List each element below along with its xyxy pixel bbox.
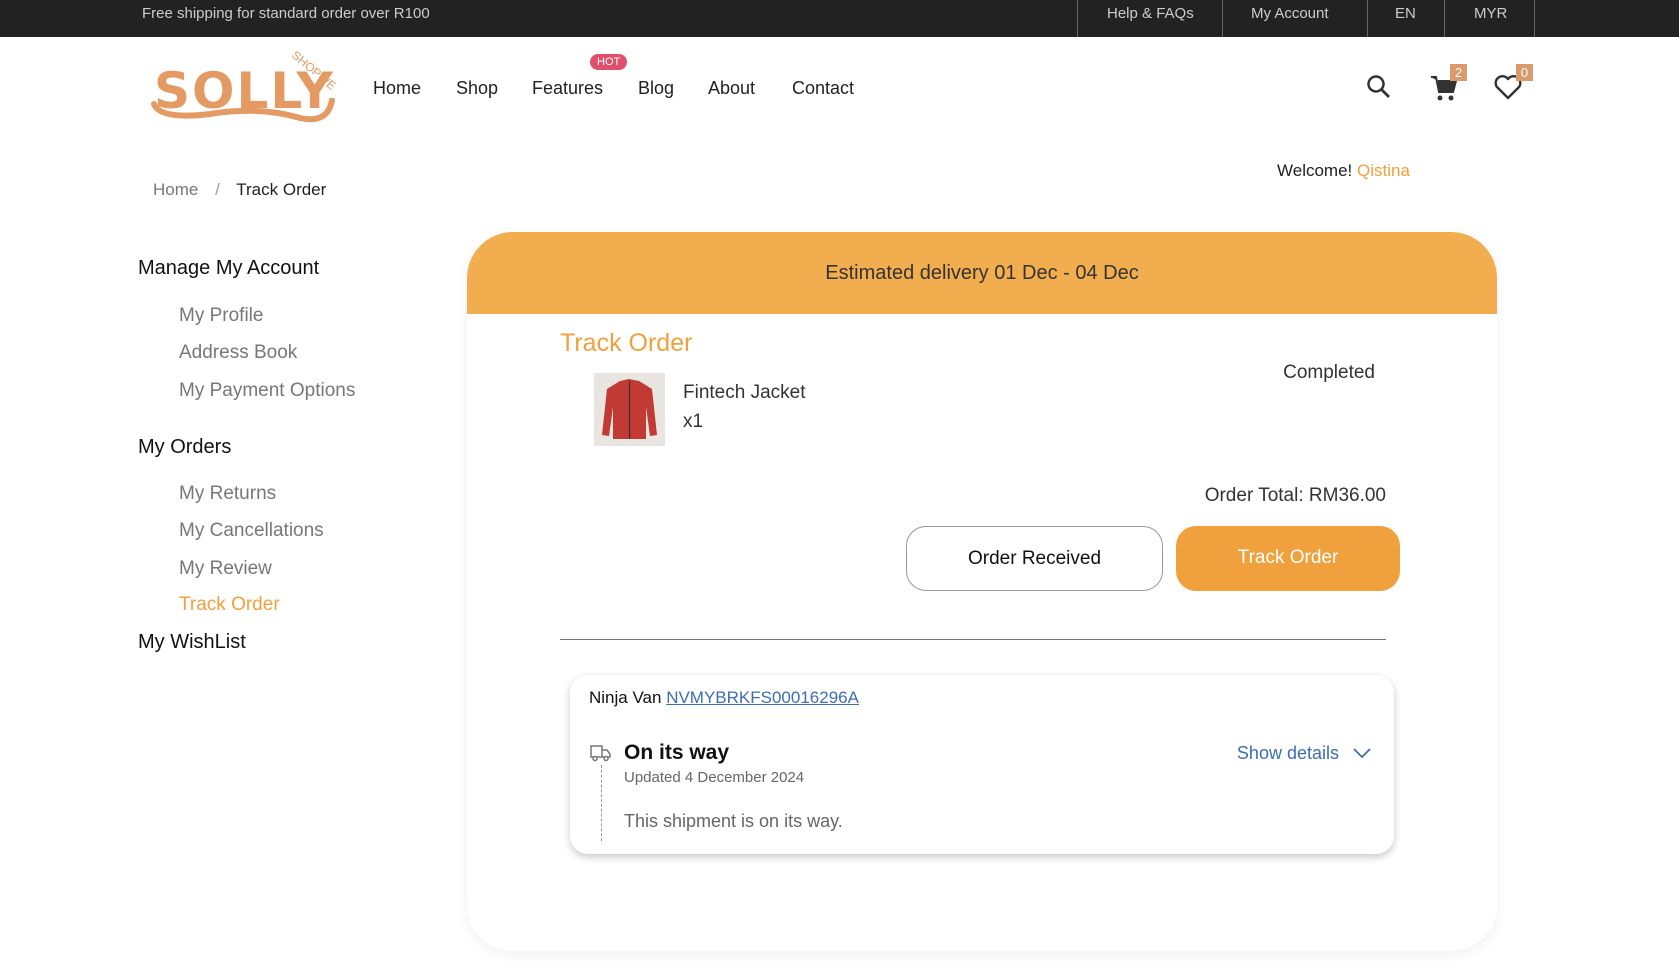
shipment-status: On its way	[624, 741, 730, 764]
wishlist-count-badge: 0	[1516, 64, 1533, 81]
divider	[1444, 0, 1445, 37]
order-total: Order Total: RM36.00	[1204, 485, 1386, 506]
divider	[1367, 0, 1368, 37]
divider	[1222, 0, 1223, 37]
product-name: Fintech Jacket	[683, 382, 806, 403]
search-icon[interactable]	[1366, 74, 1392, 100]
tracking-card: Ninja Van NVMYBRKFS00016296A On its way …	[570, 675, 1394, 854]
nav-features[interactable]: Features	[532, 78, 603, 99]
welcome-label: Welcome!	[1277, 161, 1353, 180]
jacket-icon	[602, 379, 657, 439]
breadcrumb-home[interactable]: Home	[153, 180, 198, 199]
order-status: Completed	[1283, 362, 1375, 383]
chevron-down-icon	[1353, 748, 1371, 759]
user-name[interactable]: Qistina	[1357, 161, 1410, 180]
divider	[1534, 0, 1535, 37]
sidebar-my-orders[interactable]: My Orders	[138, 436, 231, 459]
carrier-name: Ninja Van	[589, 688, 662, 707]
updated-date: Updated 4 December 2024	[624, 769, 805, 786]
product-quantity: x1	[683, 411, 704, 432]
sidebar-item-address-book[interactable]: Address Book	[179, 342, 297, 364]
show-details-toggle[interactable]: Show details	[1237, 743, 1372, 764]
sidebar-manage-account[interactable]: Manage My Account	[138, 257, 319, 280]
sidebar-my-wishlist[interactable]: My WishList	[138, 631, 246, 654]
divider	[1077, 0, 1078, 37]
product-image[interactable]	[594, 373, 665, 446]
track-order-button[interactable]: Track Order	[1176, 526, 1400, 591]
my-account-link[interactable]: My Account	[1251, 5, 1329, 22]
sidebar-item-my-profile[interactable]: My Profile	[179, 305, 263, 327]
divider	[560, 639, 1386, 640]
sidebar-item-track-order[interactable]: Track Order	[179, 594, 280, 616]
estimated-delivery-banner: Estimated delivery 01 Dec - 04 Dec	[467, 232, 1497, 314]
cart-count-badge: 2	[1450, 64, 1467, 81]
sidebar-item-payment-options[interactable]: My Payment Options	[179, 380, 355, 402]
carrier-line: Ninja Van NVMYBRKFS00016296A	[589, 688, 859, 708]
shipment-message: This shipment is on its way.	[624, 811, 843, 831]
currency-selector[interactable]: MYR	[1474, 5, 1507, 22]
nav-blog[interactable]: Blog	[638, 78, 674, 99]
hot-badge: HOT	[590, 54, 628, 70]
track-order-title: Track Order	[560, 329, 693, 357]
nav-contact[interactable]: Contact	[792, 78, 854, 99]
show-details-label: Show details	[1236, 743, 1339, 763]
language-selector[interactable]: EN	[1395, 5, 1416, 22]
sidebar-item-my-cancellations[interactable]: My Cancellations	[179, 520, 324, 542]
logo[interactable]: SOLLY SHOPWE	[150, 48, 340, 126]
help-faqs-link[interactable]: Help & FAQs	[1107, 5, 1194, 22]
sidebar-item-my-returns[interactable]: My Returns	[179, 483, 276, 505]
nav-about[interactable]: About	[708, 78, 755, 99]
truck-icon	[590, 745, 611, 762]
nav-home[interactable]: Home	[373, 78, 421, 99]
sidebar-item-my-review[interactable]: My Review	[179, 558, 272, 580]
timeline-line	[601, 765, 602, 841]
order-received-button[interactable]: Order Received	[906, 526, 1163, 591]
breadcrumb-current: Track Order	[236, 180, 327, 199]
breadcrumb: Home / Track Order	[153, 180, 326, 200]
breadcrumb-separator: /	[215, 180, 220, 199]
top-bar: Free shipping for standard order over R1…	[0, 0, 1679, 37]
welcome-message: Welcome! Qistina	[1277, 161, 1410, 181]
nav-shop[interactable]: Shop	[456, 78, 498, 99]
promo-text: Free shipping for standard order over R1…	[142, 5, 430, 22]
tracking-number-link[interactable]: NVMYBRKFS00016296A	[666, 688, 859, 707]
